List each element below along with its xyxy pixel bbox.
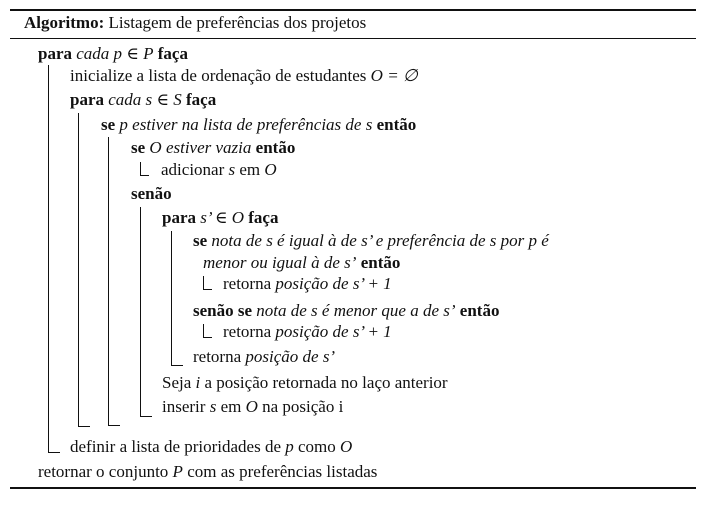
line-return-pos-plus-one-b: retorna posição de s’ + 1 bbox=[223, 322, 392, 342]
text: a posição retornada no laço anterior bbox=[204, 373, 448, 392]
math-text: O bbox=[340, 437, 353, 456]
block-end-if-empty bbox=[140, 175, 149, 176]
text: como bbox=[298, 437, 336, 456]
line-else-if-less: senão se nota de s é menor que a de s’ e… bbox=[193, 301, 499, 321]
top-rule bbox=[10, 9, 696, 11]
text: p estiver na lista de preferências de s bbox=[119, 115, 373, 134]
keyword: senão bbox=[131, 184, 172, 203]
text: menor ou igual à de s’ bbox=[203, 253, 357, 272]
text: retornar o conjunto bbox=[38, 462, 169, 481]
block-bar-level2 bbox=[78, 113, 79, 427]
block-end-if-equal bbox=[203, 289, 212, 290]
math-text: s bbox=[228, 160, 236, 179]
text: cada bbox=[76, 44, 110, 63]
text: retorna bbox=[223, 322, 272, 341]
line-return-pos: retorna posição de s’ bbox=[193, 347, 335, 367]
keyword: para bbox=[70, 90, 104, 109]
line-define-priorities: definir a lista de prioridades de p como… bbox=[70, 437, 352, 457]
math-text: O bbox=[245, 397, 258, 416]
math-text: O = ∅ bbox=[370, 66, 418, 85]
math-text: i bbox=[195, 373, 201, 392]
line-for-each-in-o: para s’ ∈ O faça bbox=[162, 208, 278, 228]
text: cada bbox=[108, 90, 142, 109]
bottom-rule bbox=[10, 487, 696, 489]
header-rule bbox=[10, 38, 696, 39]
math-text: p bbox=[285, 437, 294, 456]
block-bar-level1 bbox=[48, 65, 49, 453]
block-end-if-less bbox=[203, 337, 212, 338]
line-let-i: Seja i a posição retornada no laço anter… bbox=[162, 373, 448, 393]
keyword: então bbox=[255, 138, 296, 157]
block-end-else bbox=[140, 416, 152, 417]
text: definir a lista de prioridades de bbox=[70, 437, 282, 456]
line-add-student: adicionar s em O bbox=[161, 160, 277, 180]
math-text: P bbox=[172, 462, 183, 481]
text: nota de s é igual à de s’ e preferência … bbox=[211, 231, 549, 250]
text: O estiver vazia bbox=[149, 138, 252, 157]
math-text: s bbox=[209, 397, 217, 416]
text: retorna bbox=[193, 347, 242, 366]
math-text: p ∈ P bbox=[113, 44, 154, 63]
text: nota de s é menor que a de s’ bbox=[256, 301, 456, 320]
line-if-equal-grade: se nota de s é igual à de s’ e preferênc… bbox=[193, 231, 549, 251]
math-text: posição de s’ + 1 bbox=[275, 322, 392, 341]
line-return-set: retornar o conjunto P com as preferência… bbox=[38, 462, 377, 482]
block-end-level3 bbox=[108, 425, 120, 426]
block-bar-if-equal bbox=[203, 276, 204, 290]
keyword: se bbox=[193, 231, 208, 250]
keyword: então bbox=[360, 253, 401, 272]
caption-text: Listagem de preferências dos projetos bbox=[108, 13, 367, 32]
block-bar-level3 bbox=[108, 137, 109, 426]
line-if-in-preferences: se p estiver na lista de preferências de… bbox=[101, 115, 416, 135]
keyword: faça bbox=[248, 208, 279, 227]
line-if-equal-grade-cont: menor ou igual à de s’ então bbox=[203, 253, 400, 273]
line-else: senão bbox=[131, 184, 172, 204]
text: na posição i bbox=[262, 397, 344, 416]
math-text: s ∈ S bbox=[145, 90, 182, 109]
text: Seja bbox=[162, 373, 192, 392]
text: em bbox=[239, 160, 261, 179]
block-end-level2 bbox=[78, 426, 90, 427]
block-end-level1 bbox=[48, 452, 60, 453]
keyword: para bbox=[38, 44, 72, 63]
keyword: se bbox=[131, 138, 146, 157]
keyword: para bbox=[162, 208, 196, 227]
keyword: então bbox=[459, 301, 500, 320]
block-bar-else bbox=[140, 207, 141, 417]
keyword: então bbox=[376, 115, 417, 134]
keyword: faça bbox=[186, 90, 217, 109]
text: adicionar bbox=[161, 160, 225, 179]
line-return-pos-plus-one-a: retorna posição de s’ + 1 bbox=[223, 274, 392, 294]
line-insert: inserir s em O na posição i bbox=[162, 397, 343, 417]
text: com as preferências listadas bbox=[187, 462, 378, 481]
line-init-list: inicialize a lista de ordenação de estud… bbox=[70, 66, 418, 86]
math-text: s’ ∈ O bbox=[200, 208, 245, 227]
block-end-inner-for bbox=[171, 365, 183, 366]
line-for-each-student: para cada s ∈ S faça bbox=[70, 90, 216, 110]
block-bar-if-empty bbox=[140, 162, 141, 176]
math-text: O bbox=[264, 160, 277, 179]
text: inicialize a lista de ordenação de estud… bbox=[70, 66, 367, 85]
block-bar-inner-for bbox=[171, 231, 172, 366]
keyword: se bbox=[101, 115, 116, 134]
text: inserir bbox=[162, 397, 206, 416]
text: em bbox=[220, 397, 242, 416]
block-bar-if-less bbox=[203, 324, 204, 338]
math-text: posição de s’ bbox=[245, 347, 336, 366]
algorithm-caption: Algoritmo: Listagem de preferências dos … bbox=[24, 13, 366, 33]
caption-label: Algoritmo: bbox=[24, 13, 105, 32]
keyword: senão se bbox=[193, 301, 253, 320]
line-if-empty: se O estiver vazia então bbox=[131, 138, 295, 158]
math-text: posição de s’ + 1 bbox=[275, 274, 392, 293]
text: retorna bbox=[223, 274, 272, 293]
line-for-each-project: para cada p ∈ P faça bbox=[38, 44, 188, 64]
keyword: faça bbox=[157, 44, 188, 63]
